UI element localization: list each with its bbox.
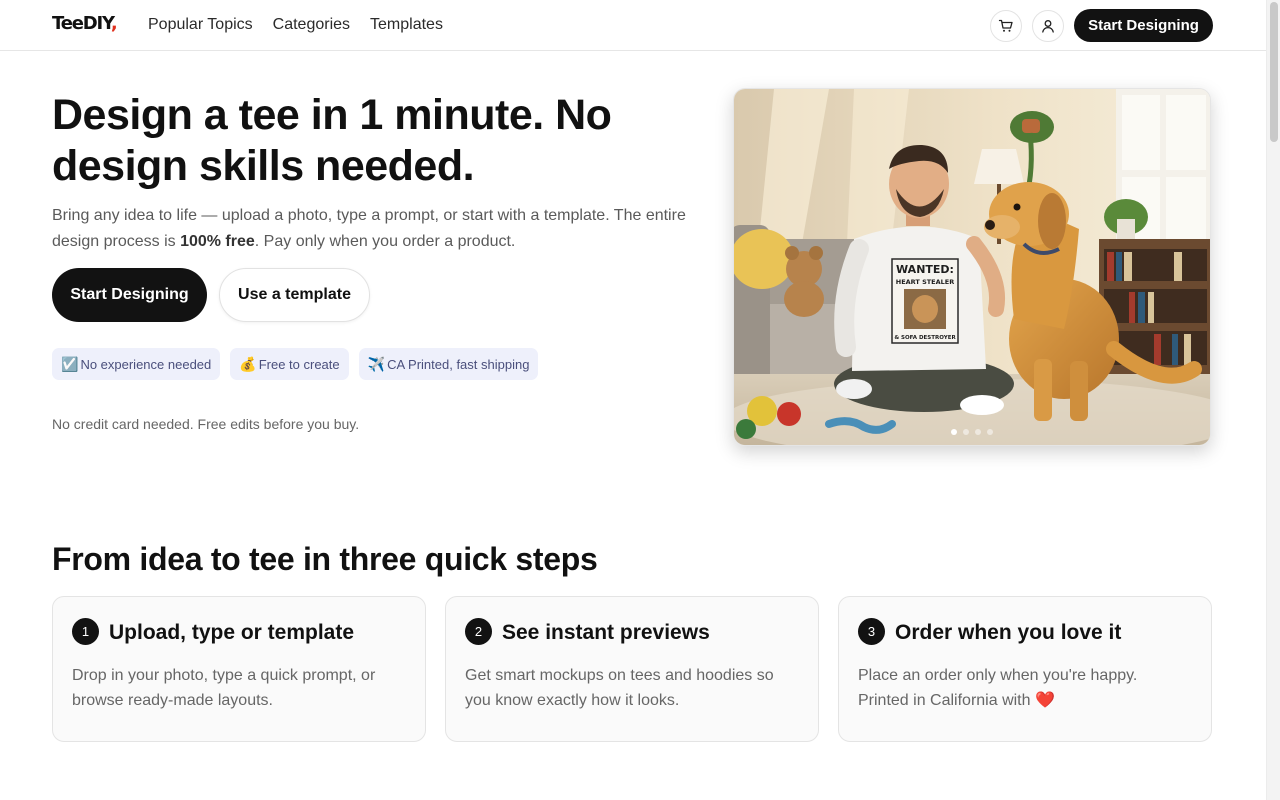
carousel-dot[interactable] <box>987 429 993 435</box>
nav-categories[interactable]: Categories <box>273 16 350 34</box>
step-card-order: 3 Order when you love it Place an order … <box>838 596 1212 742</box>
step-card-upload: 1 Upload, type or template Drop in your … <box>52 596 426 742</box>
site-header: TeeDIY, Popular Topics Categories Templa… <box>0 0 1266 51</box>
hero-note: No credit card needed. Free edits before… <box>52 416 360 432</box>
hero-title: Design a tee in 1 minute. No design skil… <box>52 91 612 190</box>
logo-text: TeeDIY <box>52 13 112 34</box>
shirt-print-title: WANTED: <box>896 263 954 276</box>
step-description: Drop in your photo, type a quick prompt,… <box>72 667 376 709</box>
cart-icon <box>998 19 1013 32</box>
hero-subtitle: Bring any idea to life — upload a photo,… <box>52 203 717 255</box>
carousel-dot[interactable] <box>975 429 981 435</box>
steps-title: From idea to tee in three quick steps <box>52 541 598 577</box>
carousel-dot[interactable] <box>951 429 957 435</box>
hero-subtitle-end: . Pay only when you order a product. <box>254 233 516 250</box>
step-title: Order when you love it <box>895 621 1122 644</box>
feature-badges: ☑️ No experience needed 💰 Free to create ✈… <box>52 348 539 380</box>
badge-label: CA Printed, fast shipping <box>387 356 530 372</box>
carousel-dot[interactable] <box>963 429 969 435</box>
account-button[interactable] <box>1032 10 1064 42</box>
nav-popular-topics[interactable]: Popular Topics <box>148 16 253 34</box>
badge-free-to-create: 💰 Free to create <box>230 348 349 380</box>
hero-subtitle-bold: 100% free <box>180 233 255 250</box>
scrollbar-thumb[interactable] <box>1270 2 1278 142</box>
step-number: 1 <box>72 618 99 645</box>
start-designing-button[interactable]: Start Designing <box>52 268 207 322</box>
badge-no-experience: ☑️ No experience needed <box>52 348 221 380</box>
shirt-print-line2: HEART STEALER <box>896 278 955 286</box>
check-icon: ☑️ <box>61 355 79 372</box>
money-bag-icon: 💰 <box>239 355 257 372</box>
logo-accent: , <box>110 13 118 34</box>
badge-label: No experience needed <box>80 356 212 372</box>
header-start-designing-button[interactable]: Start Designing <box>1074 9 1213 42</box>
logo[interactable]: TeeDIY, <box>52 13 118 34</box>
user-icon <box>1042 20 1054 33</box>
main-nav: Popular Topics Categories Templates <box>148 16 443 34</box>
hero-photo: WANTED: HEART STEALER & SOFA DESTROYER <box>734 89 1210 445</box>
step-description: Place an order only when you're happy. P… <box>858 667 1138 709</box>
step-number: 3 <box>858 618 885 645</box>
use-template-button[interactable]: Use a template <box>219 268 370 322</box>
step-title: See instant previews <box>502 621 710 644</box>
carousel-dots <box>734 429 1210 435</box>
step-number: 2 <box>465 618 492 645</box>
hero-image-carousel[interactable]: WANTED: HEART STEALER & SOFA DESTROYER <box>733 88 1211 446</box>
airplane-icon: ✈️ <box>367 355 386 372</box>
shirt-print-line3: & SOFA DESTROYER <box>894 335 956 341</box>
scrollbar[interactable] <box>1266 0 1280 800</box>
cart-button[interactable] <box>990 10 1022 42</box>
badge-ca-printed: ✈️ CA Printed, fast shipping <box>358 348 539 380</box>
step-card-previews: 2 See instant previews Get smart mockups… <box>445 596 819 742</box>
step-title: Upload, type or template <box>109 621 355 644</box>
nav-templates[interactable]: Templates <box>370 16 443 34</box>
badge-label: Free to create <box>258 356 340 372</box>
step-description: Get smart mockups on tees and hoodies so… <box>465 667 774 709</box>
